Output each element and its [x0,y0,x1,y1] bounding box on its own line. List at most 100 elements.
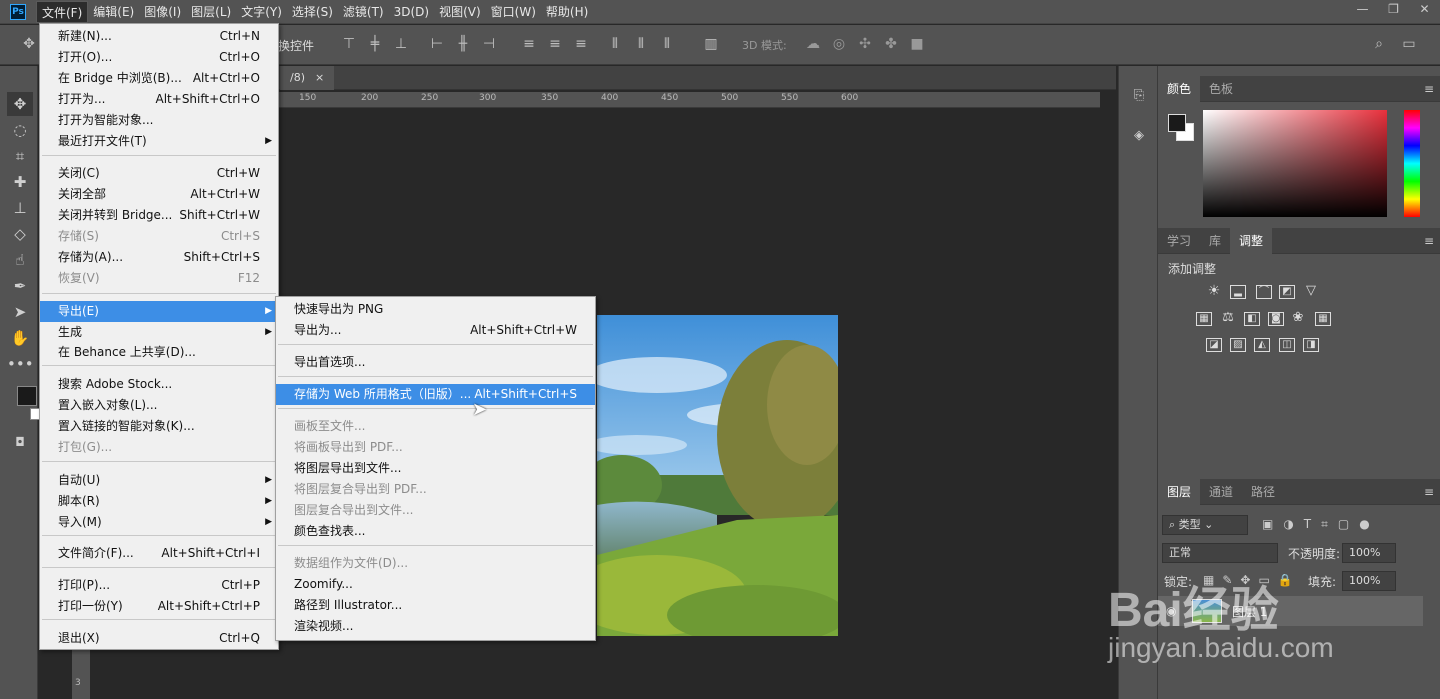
export_menu-item[interactable]: 存储为 Web 所用格式（旧版）... Alt+Shift+Ctrl+S [276,384,595,405]
export_menu-item[interactable]: 导出为... Alt+Shift+Ctrl+W [276,320,595,341]
export_menu-item[interactable]: 将图层导出到文件... [276,458,595,479]
export_menu-item[interactable]: Zoomify... [276,574,595,595]
file_menu-item[interactable]: 打包(G)... [40,437,278,458]
file_menu-item[interactable]: 关闭并转到 Bridge... Shift+Ctrl+W [40,205,278,226]
auto-align-icon[interactable]: ▥ [702,35,720,53]
hue-saturation-icon[interactable]: ▦ [1196,312,1212,326]
align-top-icon[interactable]: ⊤ [340,35,358,53]
opacity-input[interactable]: 100% [1342,543,1396,563]
tab-layers[interactable]: 图层 [1158,479,1201,505]
selective-color-icon[interactable]: ◨ [1303,338,1319,352]
export_menu-item[interactable]: 画板至文件... [276,416,595,437]
align-left-icon[interactable]: ⊢ [428,35,446,53]
color-balance-icon[interactable]: ⚖ [1220,311,1236,326]
3d-roll-icon[interactable]: ◎ [830,35,848,53]
menu-1[interactable]: 编辑(E) [88,1,139,23]
stamp-tool-icon[interactable]: ⊥ [7,196,33,220]
file_menu-item[interactable]: 关闭全部 Alt+Ctrl+W [40,184,278,205]
menu-4[interactable]: 文字(Y) [236,1,287,23]
minimize-icon[interactable]: — [1347,0,1378,18]
file_menu-item[interactable]: 导入(M) ▶ [40,512,278,533]
file_menu-item[interactable]: 退出(X) Ctrl+Q [40,628,278,649]
3d-scale-icon[interactable]: ■ [908,35,926,53]
channel-mixer-icon[interactable]: ❀ [1290,311,1306,326]
distribute-left-icon[interactable]: ⦀ [606,35,624,53]
menu-7[interactable]: 3D(D) [389,1,434,23]
distribute-top-icon[interactable]: ≡ [520,35,538,53]
healing-brush-icon[interactable]: ✚ [7,170,33,194]
panel-menu-icon[interactable]: ≡ [1424,234,1434,248]
close-tab-icon[interactable]: × [315,66,324,90]
layer-filter-select[interactable]: ⌕ 类型 ⌄ [1162,515,1248,535]
file_menu-item[interactable]: 置入链接的智能对象(K)... [40,416,278,437]
menu-0[interactable]: 文件(F) [36,0,89,23]
distribute-right-icon[interactable]: ⦀ [658,35,676,53]
eraser-tool-icon[interactable]: ◇ [7,222,33,246]
tab-channels[interactable]: 通道 [1200,479,1242,505]
file_menu-item[interactable]: 导出(E) ▶ [40,301,278,322]
menu-5[interactable]: 选择(S) [287,1,338,23]
file_menu-item[interactable]: 在 Behance 上共享(D)... [40,342,278,363]
export_menu-item[interactable]: 渲染视频... [276,616,595,637]
menu-6[interactable]: 滤镜(T) [338,1,389,23]
file_menu-item[interactable]: 存储(S) Ctrl+S [40,226,278,247]
color-field[interactable] [1203,110,1387,217]
search-icon[interactable]: ⌕ [1370,35,1388,53]
align-bottom-icon[interactable]: ⊥ [392,35,410,53]
vibrance-icon[interactable]: ▽ [1303,284,1319,299]
menu-3[interactable]: 图层(L) [186,1,236,23]
threshold-icon[interactable]: ◭ [1254,338,1270,352]
file_menu-item[interactable]: 脚本(R) ▶ [40,491,278,512]
more-tools-icon[interactable]: ••• [7,352,34,376]
hue-slider[interactable] [1404,110,1420,217]
layer-filter-icons[interactable]: ▣◑T⌗▢● [1262,517,1380,532]
history-panel-icon[interactable]: ⎘ [1129,88,1149,108]
crop-tool-icon[interactable]: ⌗ [7,144,33,168]
export_menu-item[interactable]: 数据组作为文件(D)... [276,553,595,574]
file_menu-item[interactable]: 关闭(C) Ctrl+W [40,163,278,184]
path-select-icon[interactable]: ➤ [7,300,33,324]
brightness-icon[interactable]: ☀ [1206,284,1222,299]
photo-filter-icon[interactable]: ◙ [1268,312,1284,326]
gradient-map-icon[interactable]: ◫ [1279,338,1295,352]
workspace-icon[interactable]: ▭ [1400,35,1418,53]
quick-mask-icon[interactable]: ◘ [7,430,33,454]
file_menu-item[interactable]: 在 Bridge 中浏览(B)... Alt+Ctrl+O [40,68,278,89]
file_menu-item[interactable]: 打开(O)... Ctrl+O [40,47,278,68]
file_menu-item[interactable]: 打印一份(Y) Alt+Shift+Ctrl+P [40,596,278,617]
export_menu-item[interactable]: 导出首选项... [276,352,595,373]
align-hcenter-icon[interactable]: ╫ [454,35,472,53]
file_menu-item[interactable]: 恢复(V) F12 [40,268,278,289]
invert-icon[interactable]: ◪ [1206,338,1222,352]
export_menu-item[interactable]: 图层复合导出到文件... [276,500,595,521]
foreground-swatch[interactable] [17,386,37,406]
restore-icon[interactable]: ❐ [1378,0,1409,18]
panel-menu-icon[interactable]: ≡ [1424,485,1434,499]
file_menu-item[interactable]: 最近打开文件(T) ▶ [40,131,278,152]
black-white-icon[interactable]: ◧ [1244,312,1260,326]
lasso-tool-icon[interactable]: ◌ [7,118,33,142]
align-right-icon[interactable]: ⊣ [480,35,498,53]
menu-2[interactable]: 图像(I) [139,1,186,23]
file_menu-item[interactable]: 文件简介(F)... Alt+Shift+Ctrl+I [40,543,278,564]
3d-orbit-icon[interactable]: ☁ [804,35,822,53]
smudge-tool-icon[interactable]: ☝ [7,248,33,272]
tab-color[interactable]: 颜色 [1158,76,1201,102]
3d-slide-icon[interactable]: ✤ [882,35,900,53]
posterize-icon[interactable]: ▨ [1230,338,1246,352]
file_menu-item[interactable]: 置入嵌入对象(L)... [40,395,278,416]
distribute-hcenter-icon[interactable]: ⦀ [632,35,650,53]
tab-paths[interactable]: 路径 [1242,479,1284,505]
file_menu-item[interactable]: 新建(N)... Ctrl+N [40,26,278,47]
export_menu-item[interactable]: 快速导出为 PNG [276,299,595,320]
curves-icon[interactable]: ⌒ [1256,285,1272,299]
panel-menu-icon[interactable]: ≡ [1424,82,1434,96]
export_menu-item[interactable]: 颜色查找表... [276,521,595,542]
tab-library[interactable]: 库 [1200,228,1230,254]
3d-pan-icon[interactable]: ✣ [856,35,874,53]
tab-adjustments[interactable]: 调整 [1230,228,1273,254]
color-lookup-icon[interactable]: ▦ [1315,312,1331,326]
move-tool-icon[interactable]: ✥ [20,35,38,53]
file_menu-item[interactable]: 打开为... Alt+Shift+Ctrl+O [40,89,278,110]
export_menu-item[interactable]: 将画板导出到 PDF... [276,437,595,458]
